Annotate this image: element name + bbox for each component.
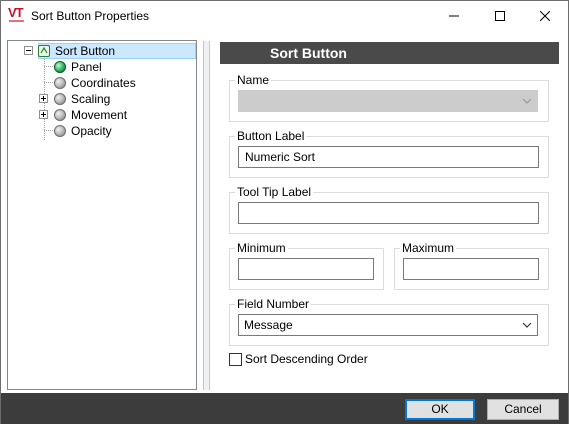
tooltip-label-label: Tool Tip Label [235, 185, 314, 199]
minimum-input[interactable] [238, 258, 374, 280]
close-button[interactable] [522, 1, 568, 31]
panel-splitter[interactable] [203, 41, 210, 390]
window-title: Sort Button Properties [31, 9, 150, 23]
maximum-label: Maximum [400, 241, 457, 255]
field-number-select[interactable]: Message [238, 314, 538, 336]
green-dot-icon [54, 61, 66, 73]
tree-item-label: Panel [71, 60, 102, 74]
dialog-footer: OK Cancel [1, 393, 568, 424]
maximize-button[interactable] [477, 1, 523, 31]
sort-descending-label[interactable]: Sort Descending Order [245, 352, 368, 366]
gray-dot-icon [54, 77, 66, 89]
gray-dot-icon [54, 125, 66, 137]
tree-item-label: Scaling [71, 92, 111, 106]
tree-item-label: Movement [71, 108, 128, 122]
field-number-value: Message [244, 318, 293, 332]
tree-item-label: Coordinates [71, 76, 136, 90]
app-logo-icon: VT [8, 5, 24, 22]
title-bar: VT Sort Button Properties [1, 1, 568, 31]
name-select [238, 90, 538, 112]
chevron-down-icon [522, 322, 532, 328]
sort-descending-checkbox[interactable] [229, 353, 242, 366]
minimize-button[interactable] [431, 1, 477, 31]
close-icon [540, 11, 550, 21]
collapse-icon[interactable] [24, 46, 33, 55]
minimize-icon [449, 15, 459, 17]
dialog-window: VT Sort Button Properties Sort Button Pa [0, 0, 569, 424]
expand-icon[interactable] [39, 94, 48, 103]
maximize-icon [495, 11, 505, 21]
tree-item-label: Opacity [71, 124, 112, 138]
field-number-label: Field Number [235, 297, 312, 311]
ok-button[interactable]: OK [405, 399, 475, 420]
section-header: Sort Button [220, 42, 559, 64]
sort-button-node-icon [38, 45, 50, 57]
tooltip-label-input[interactable] [238, 202, 539, 224]
maximum-input[interactable] [403, 258, 539, 280]
chevron-down-icon [522, 98, 532, 104]
cancel-button[interactable]: Cancel [487, 399, 559, 420]
button-label-input[interactable]: Numeric Sort [238, 146, 539, 168]
properties-tree[interactable]: Sort Button Panel Coordinates Scaling Mo… [7, 40, 197, 390]
button-label-label: Button Label [235, 129, 307, 143]
gray-dot-icon [54, 109, 66, 121]
name-label: Name [235, 73, 272, 87]
expand-icon[interactable] [39, 110, 48, 119]
tree-item-label: Sort Button [55, 44, 116, 58]
gray-dot-icon [54, 93, 66, 105]
minimum-label: Minimum [235, 241, 288, 255]
